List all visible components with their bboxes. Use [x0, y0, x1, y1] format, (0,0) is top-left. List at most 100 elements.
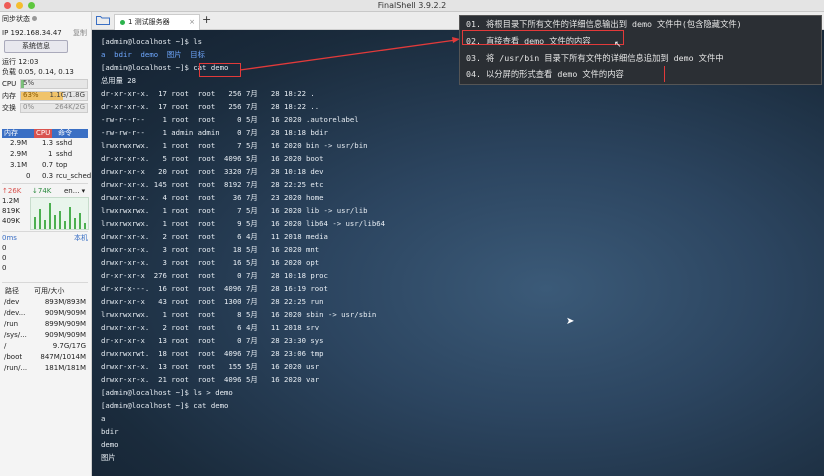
chevron-down-icon: ▾ — [81, 187, 86, 195]
disk-size: 893M/893M — [44, 298, 86, 306]
system-info-button[interactable]: 系统信息 — [4, 40, 68, 53]
sync-dot-icon — [32, 16, 38, 21]
copy-ip-button[interactable]: 复制 — [73, 28, 87, 38]
disk-row[interactable]: /sys/... 909M/909M — [2, 330, 88, 340]
proc-header-cmd[interactable]: 命令 — [58, 129, 72, 138]
disk-path: /sys/... — [4, 331, 27, 339]
disk-row[interactable]: /run 899M/909M — [2, 319, 88, 329]
latency-value: 0 — [2, 244, 7, 252]
proc-cmd: top — [56, 161, 68, 169]
tab-label: 1 测试服务器 — [128, 18, 170, 26]
proc-cmd: sshd — [56, 139, 73, 147]
net-scale-high: 1.2M — [2, 197, 20, 205]
ip-address: IP 192.168.34.47 — [2, 28, 62, 38]
process-row[interactable]: 2.9M 1 sshd — [2, 150, 88, 160]
proc-mem: 3.1M — [10, 161, 28, 169]
net-scale-mid: 819K — [2, 207, 20, 215]
sidebar: 同步状态 IP 192.168.34.47 复制 系统信息 运行 12:03 负… — [0, 12, 92, 476]
disk-path: /boot — [4, 353, 23, 361]
load-average: 负载 0.05, 0.14, 0.13 — [2, 68, 74, 76]
mouse-cursor-icon: ➤ — [566, 316, 575, 327]
cpu-value: 5% — [23, 79, 35, 87]
disk-size: 909M/909M — [44, 331, 86, 339]
proc-mem: 2.9M — [10, 139, 28, 147]
annotation-arrow — [239, 37, 460, 71]
ip-label: IP 192.168.34.47 — [2, 29, 62, 37]
disk-path: /run — [4, 320, 19, 328]
add-tab-button[interactable]: + — [202, 13, 211, 26]
disk-header-path: 路径 — [5, 287, 19, 295]
disk-path: / — [4, 342, 7, 350]
disk-header-size: 可用/大小 — [34, 287, 65, 295]
disk-row[interactable]: /dev... 909M/909M — [2, 308, 88, 318]
disk-path: /run/... — [4, 364, 28, 372]
mem-pct: 63% — [23, 91, 39, 99]
process-table-header: 内存 CPU 命令 — [2, 129, 88, 138]
net-upload: ↑26K — [2, 187, 22, 195]
disk-size: 9.7G/17G — [52, 342, 86, 350]
swap-bar: 0% 264K/2G — [20, 103, 88, 113]
pointer-icon: ↖ — [614, 40, 622, 50]
process-row[interactable]: 2.9M 1.3 sshd — [2, 139, 88, 149]
highlight-marker — [664, 66, 665, 82]
latency-host: 本机 — [74, 234, 88, 242]
highlight-box — [462, 30, 624, 45]
sync-label: 同步状态 — [2, 15, 30, 23]
swap-pct: 0% — [23, 103, 35, 111]
proc-mem: 0 — [26, 172, 31, 180]
proc-cpu: 1.3 — [42, 139, 54, 147]
task-note: 01. 将根目录下所有文件的详细信息输出到 demo 文件中(包含隐藏文件) — [466, 19, 742, 29]
process-row[interactable]: 0 0.3 rcu_sched — [2, 172, 92, 182]
proc-header-mem[interactable]: 内存 — [4, 129, 18, 138]
terminal[interactable]: [admin@localhost ~]$ ls a bdir demo 图片 目标… — [92, 30, 824, 476]
task-notes-panel: 01. 将根目录下所有文件的详细信息输出到 demo 文件中(包含隐藏文件) 0… — [459, 15, 822, 85]
disk-table-header: 路径 可用/大小 — [2, 286, 88, 296]
disk-size: 909M/909M — [44, 309, 86, 317]
swap-label: 交换 — [2, 104, 16, 112]
mem-label: 内存 — [2, 92, 16, 100]
proc-cmd: sshd — [56, 150, 73, 158]
disk-size: 181M/181M — [44, 364, 86, 372]
network-graph — [30, 197, 89, 230]
latency-label: 0ms — [2, 234, 17, 242]
proc-cpu: 0.7 — [42, 161, 54, 169]
disk-row[interactable]: / 9.7G/17G — [2, 341, 88, 351]
online-status-icon — [120, 20, 125, 25]
disk-path: /dev... — [4, 309, 26, 317]
title-bar: FinalShell 3.9.2.2 — [0, 0, 824, 12]
latency-value: 0 — [2, 264, 7, 272]
folder-icon[interactable] — [96, 15, 110, 25]
task-note: 03. 将 /usr/bin 目录下所有文件的详细信息追加到 demo 文件中 — [466, 53, 724, 63]
close-tab-icon[interactable]: × — [189, 15, 195, 30]
disk-row[interactable]: /boot 847M/1014M — [2, 352, 88, 362]
disk-size: 899M/909M — [44, 320, 86, 328]
disk-path: /dev — [4, 298, 20, 306]
tab-test-server[interactable]: 1 测试服务器 × — [114, 14, 200, 30]
proc-cpu: 1 — [48, 150, 53, 158]
divider — [2, 183, 88, 184]
net-scale-low: 409K — [2, 217, 20, 225]
disk-size: 847M/1014M — [40, 353, 86, 361]
disk-row[interactable]: /run/... 181M/181M — [2, 363, 88, 373]
net-interface-label: en... — [64, 187, 80, 195]
proc-header-cpu[interactable]: CPU — [34, 129, 53, 138]
divider — [2, 231, 88, 232]
proc-mem: 2.9M — [10, 150, 28, 158]
latency-value: 0 — [2, 254, 7, 262]
window-title: FinalShell 3.9.2.2 — [377, 1, 447, 10]
swap-value: 264K/2G — [54, 103, 85, 111]
mem-bar: 63% 1.1G/1.8G — [20, 91, 88, 101]
divider — [2, 282, 88, 283]
mem-value: 1.1G/1.8G — [49, 91, 85, 99]
proc-cmd: rcu_sched — [56, 172, 92, 180]
sync-status: 同步状态 — [2, 14, 38, 24]
process-row[interactable]: 3.1M 0.7 top — [2, 161, 88, 171]
net-interface-select[interactable]: en... ▾ — [64, 186, 85, 196]
cpu-bar: 5% — [20, 79, 88, 89]
task-note: 04. 以分屏的形式查看 demo 文件的内容 — [466, 69, 624, 79]
cpu-label: CPU — [2, 80, 17, 88]
net-download: ↓74K — [32, 187, 52, 195]
uptime: 运行 12:03 — [2, 58, 39, 66]
proc-cpu: 0.3 — [42, 172, 54, 180]
disk-row[interactable]: /dev 893M/893M — [2, 297, 88, 307]
